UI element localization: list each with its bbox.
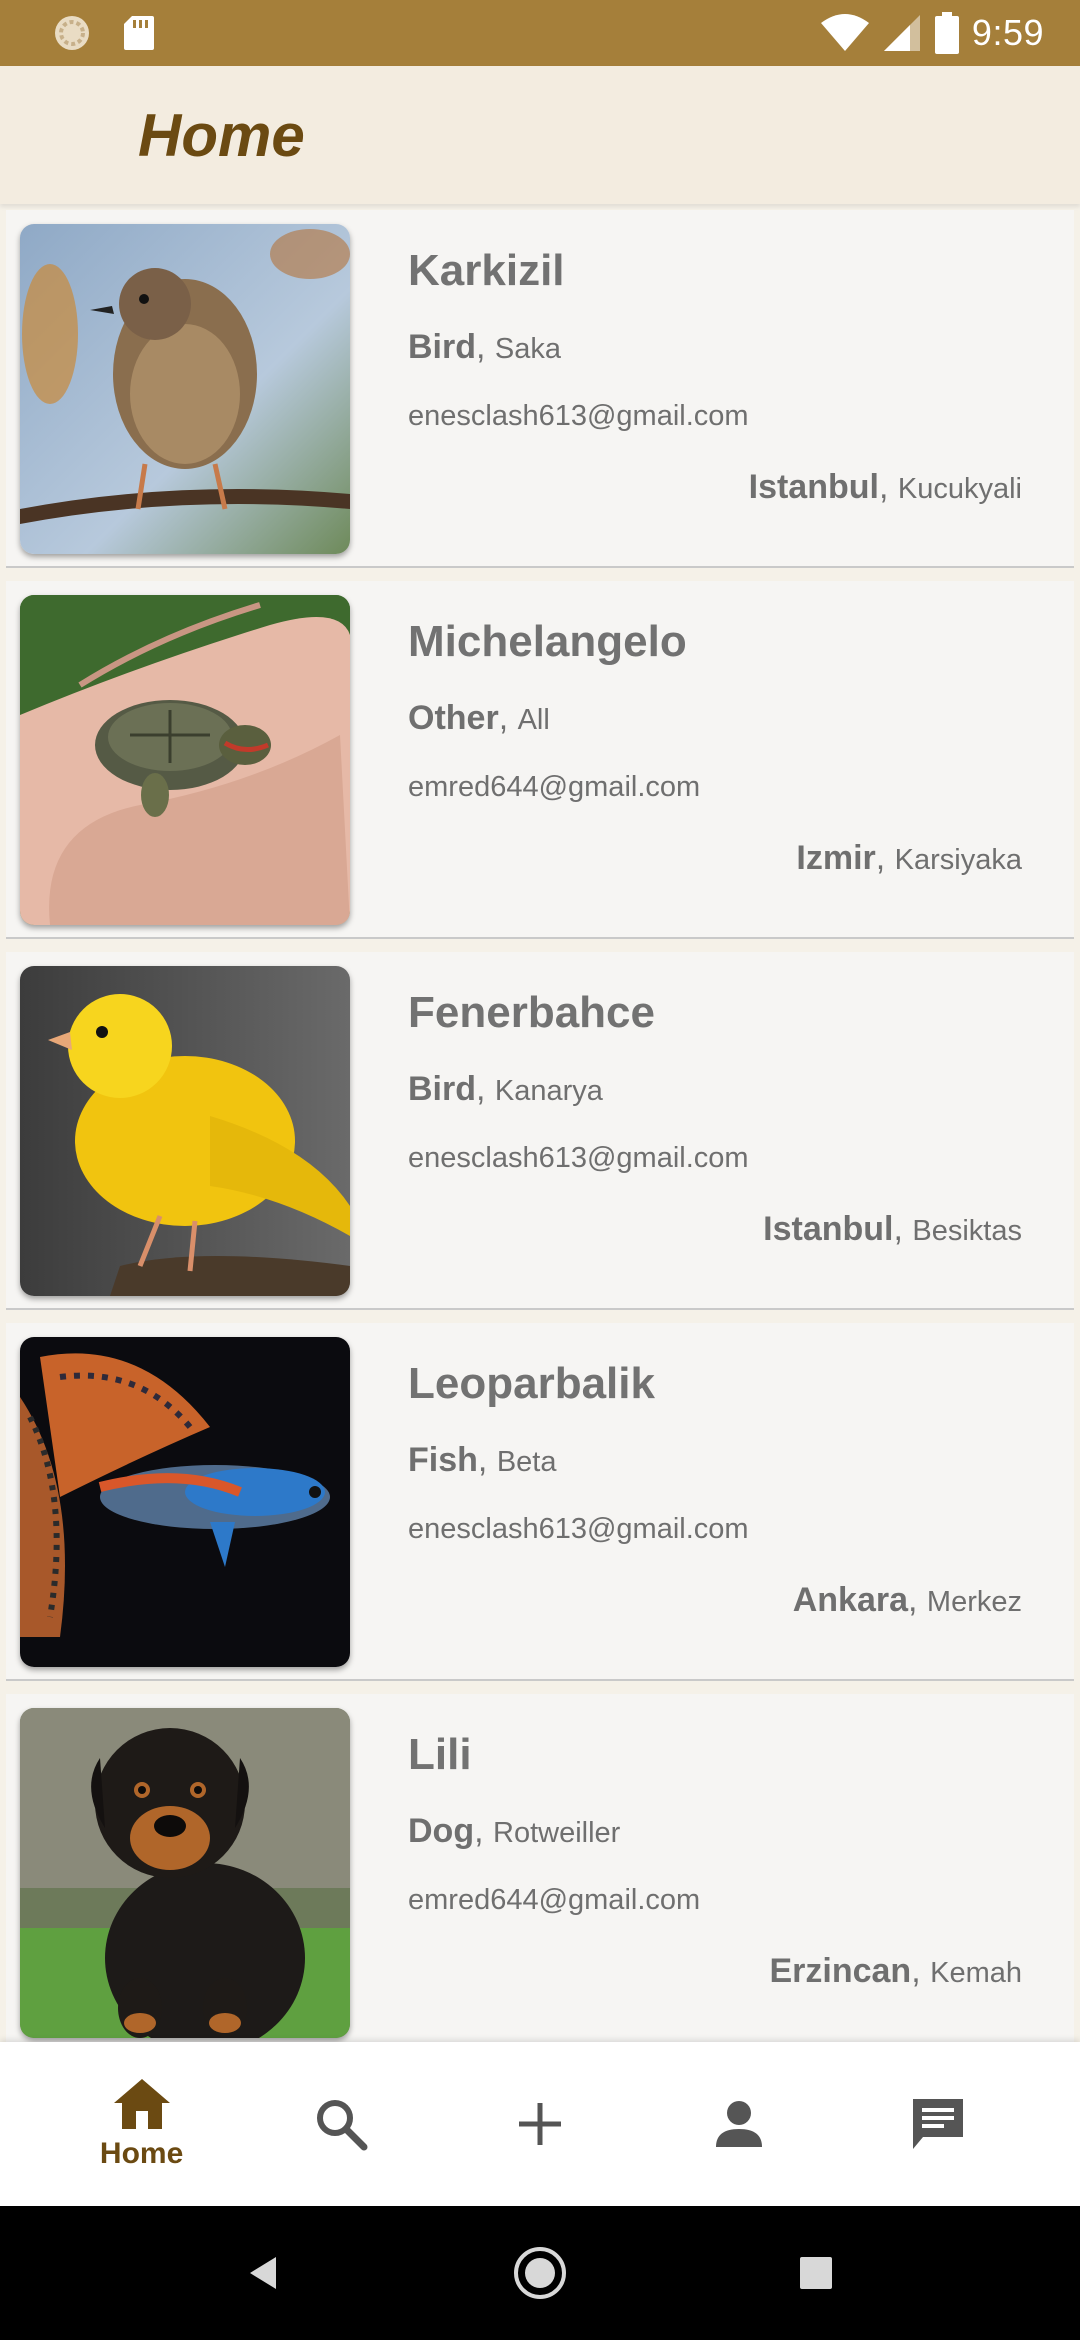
recents-icon[interactable] <box>796 2253 836 2293</box>
pet-location: Erzincan, Kemah <box>769 1952 1022 1990</box>
page-title: Home <box>138 101 305 169</box>
chat-icon <box>909 2095 967 2153</box>
pet-breed: Rotweiller <box>493 1817 621 1849</box>
pet-type: Fish <box>408 1441 478 1479</box>
yellow-canary-photo <box>20 966 350 1296</box>
back-icon[interactable] <box>244 2253 284 2293</box>
system-navigation <box>0 2206 1080 2340</box>
pet-location: Izmir, Karsiyaka <box>796 839 1022 877</box>
pet-card[interactable]: Leoparbalik Fish, Beta enesclash613@gmai… <box>6 1323 1074 1681</box>
sparrow-bird-photo <box>20 224 350 554</box>
pet-type-line: Bird, Kanarya <box>408 1070 603 1108</box>
pet-district: Karsiyaka <box>894 844 1022 876</box>
status-time: 9:59 <box>971 12 1044 53</box>
pet-city: Izmir <box>796 839 876 877</box>
pet-type-line: Fish, Beta <box>408 1441 557 1479</box>
pet-breed: Kanarya <box>494 1075 603 1107</box>
pet-list[interactable]: Karkizil Bird, Saka enesclash613@gmail.c… <box>0 206 1080 2042</box>
nav-home-label: Home <box>99 2137 184 2170</box>
plus-icon <box>517 2101 563 2147</box>
pet-type: Bird <box>408 328 476 366</box>
battery-icon <box>934 12 960 54</box>
sd-card-icon <box>122 14 156 52</box>
nav-home[interactable]: Home <box>62 2049 222 2199</box>
owner-email: emred644@gmail.com <box>408 771 701 803</box>
pet-city: Erzincan <box>769 1952 912 1990</box>
pet-city: Istanbul <box>748 468 879 506</box>
turtle-in-hand-photo <box>20 595 350 925</box>
guppy-fish-photo <box>20 1337 350 1667</box>
rottweiler-puppy-photo <box>20 1708 350 2038</box>
nav-add[interactable] <box>460 2049 620 2199</box>
owner-email: emred644@gmail.com <box>408 1884 701 1916</box>
pet-type: Dog <box>408 1812 475 1850</box>
owner-email: enesclash613@gmail.com <box>408 1513 749 1545</box>
pet-district: Kemah <box>930 1957 1022 1989</box>
pet-district: Besiktas <box>912 1215 1022 1247</box>
pet-card[interactable]: Fenerbahce Bird, Kanarya enesclash613@gm… <box>6 952 1074 1310</box>
pet-type: Other <box>408 699 499 737</box>
owner-email: enesclash613@gmail.com <box>408 1142 749 1174</box>
pet-name: Michelangelo <box>408 617 687 666</box>
status-right: 9:59 <box>820 12 1044 54</box>
status-bar: 9:59 <box>0 0 1080 66</box>
pet-card[interactable]: Michelangelo Other, All emred644@gmail.c… <box>6 581 1074 939</box>
pet-type: Bird <box>408 1070 476 1108</box>
wifi-icon <box>820 13 870 53</box>
loader-icon <box>52 13 92 53</box>
nav-search[interactable] <box>261 2049 421 2199</box>
pet-type-line: Other, All <box>408 699 550 737</box>
pet-district: Merkez <box>926 1586 1022 1618</box>
pet-name: Karkizil <box>408 246 565 295</box>
pet-name: Lili <box>408 1730 472 1779</box>
pet-name: Leoparbalik <box>408 1359 655 1408</box>
app-bar: Home <box>0 66 1080 204</box>
search-icon <box>314 2097 368 2151</box>
signal-icon <box>882 13 922 53</box>
home-circle-icon[interactable] <box>512 2245 568 2301</box>
nav-messages[interactable] <box>858 2049 1018 2199</box>
person-icon <box>714 2099 764 2149</box>
pet-name: Fenerbahce <box>408 988 655 1037</box>
nav-profile[interactable] <box>659 2049 819 2199</box>
pet-location: Istanbul, Kucukyali <box>748 468 1022 506</box>
bottom-navigation: Home <box>0 2042 1080 2206</box>
pet-district: Kucukyali <box>897 473 1022 505</box>
pet-breed: Beta <box>496 1446 557 1478</box>
pet-location: Ankara, Merkez <box>792 1581 1022 1619</box>
pet-type-line: Bird, Saka <box>408 328 562 366</box>
pet-type-line: Dog, Rotweiller <box>408 1812 621 1850</box>
pet-card[interactable]: Lili Dog, Rotweiller emred644@gmail.com … <box>6 1694 1074 2042</box>
pet-breed: All <box>517 704 550 736</box>
pet-breed: Saka <box>494 333 562 365</box>
home-icon <box>112 2077 172 2131</box>
pet-location: Istanbul, Besiktas <box>763 1210 1022 1248</box>
pet-card[interactable]: Karkizil Bird, Saka enesclash613@gmail.c… <box>6 210 1074 568</box>
status-left <box>52 13 156 53</box>
owner-email: enesclash613@gmail.com <box>408 400 749 432</box>
pet-city: Ankara <box>792 1581 909 1619</box>
pet-city: Istanbul <box>763 1210 894 1248</box>
